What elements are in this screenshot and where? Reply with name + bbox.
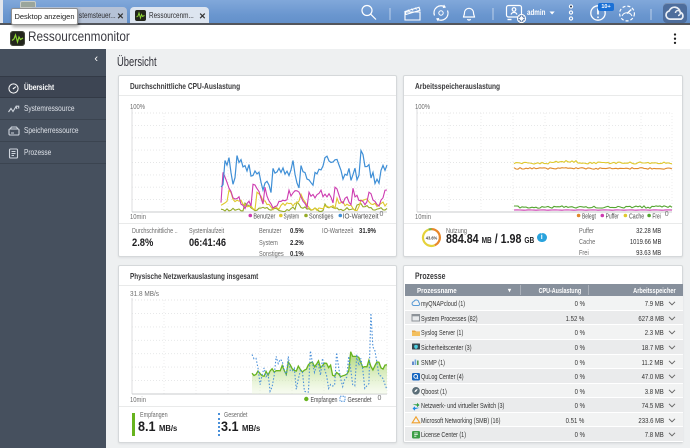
svg-text:Gesendet: Gesendet [348,397,372,404]
svg-text:Sonstiges: Sonstiges [309,214,334,221]
svg-text:43.6%: 43.6% [426,235,438,241]
svg-text:100%: 100% [130,104,145,111]
svg-text:System: System [284,214,300,221]
svg-text:31.8 MB/s: 31.8 MB/s [130,291,159,298]
svg-text:0: 0 [380,211,384,218]
svg-text:0: 0 [378,395,382,402]
svg-text:Empfangen: Empfangen [311,397,338,404]
svg-text:10min: 10min [130,214,146,221]
svg-text:IO-Wartezeit: IO-Wartezeit [343,214,379,221]
svg-text:Benutzer: Benutzer [253,214,276,221]
svg-text:10min: 10min [130,397,146,404]
